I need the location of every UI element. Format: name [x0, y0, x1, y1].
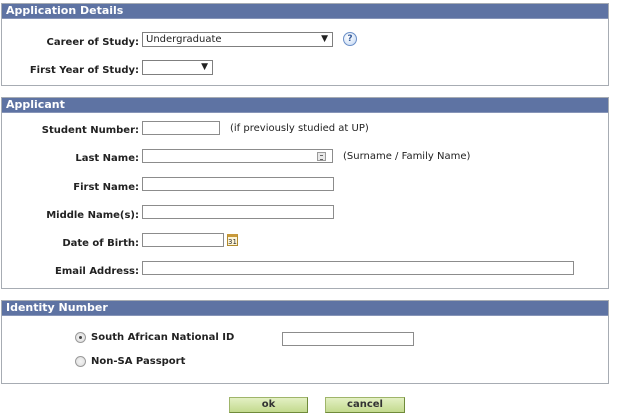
passport-label: Non-SA Passport [91, 356, 186, 367]
help-question-icon[interactable]: ? [343, 32, 357, 46]
ok-button[interactable]: ok [229, 397, 308, 413]
first-name-input[interactable] [142, 177, 334, 191]
middle-names-input[interactable] [142, 205, 334, 219]
calendar-icon[interactable]: 31 [227, 234, 238, 246]
id-number-input[interactable] [282, 332, 414, 346]
lookup-icon[interactable] [317, 152, 326, 161]
application-details-header: Application Details [2, 4, 608, 19]
dob-label: Date of Birth: [62, 238, 139, 249]
email-input[interactable] [142, 261, 574, 275]
chevron-down-icon: ▼ [201, 62, 208, 72]
career-select[interactable]: Undergraduate ▼ [142, 32, 333, 47]
first-year-select[interactable]: ▼ [142, 60, 213, 75]
last-name-note: (Surname / Family Name) [343, 151, 471, 162]
student-number-input[interactable] [142, 121, 220, 135]
identity-header: Identity Number [2, 301, 608, 316]
passport-radio[interactable] [75, 356, 86, 367]
sa-id-radio[interactable] [75, 332, 86, 343]
last-name-input[interactable] [142, 149, 333, 163]
last-name-label: Last Name: [75, 153, 139, 164]
sa-id-label: South African National ID [91, 332, 235, 343]
chevron-down-icon: ▼ [321, 34, 328, 44]
email-label: Email Address: [54, 266, 139, 277]
first-year-label: First Year of Study: [29, 65, 139, 76]
middle-names-label: Middle Name(s): [46, 210, 139, 221]
career-label: Career of Study: [46, 37, 139, 48]
student-number-label: Student Number: [41, 125, 139, 136]
dob-input[interactable] [142, 233, 224, 247]
applicant-header: Applicant [2, 98, 608, 113]
cancel-button[interactable]: cancel [325, 397, 405, 413]
first-name-label: First Name: [73, 182, 139, 193]
student-number-note: (if previously studied at UP) [230, 123, 369, 134]
career-select-value: Undergraduate [146, 34, 222, 45]
